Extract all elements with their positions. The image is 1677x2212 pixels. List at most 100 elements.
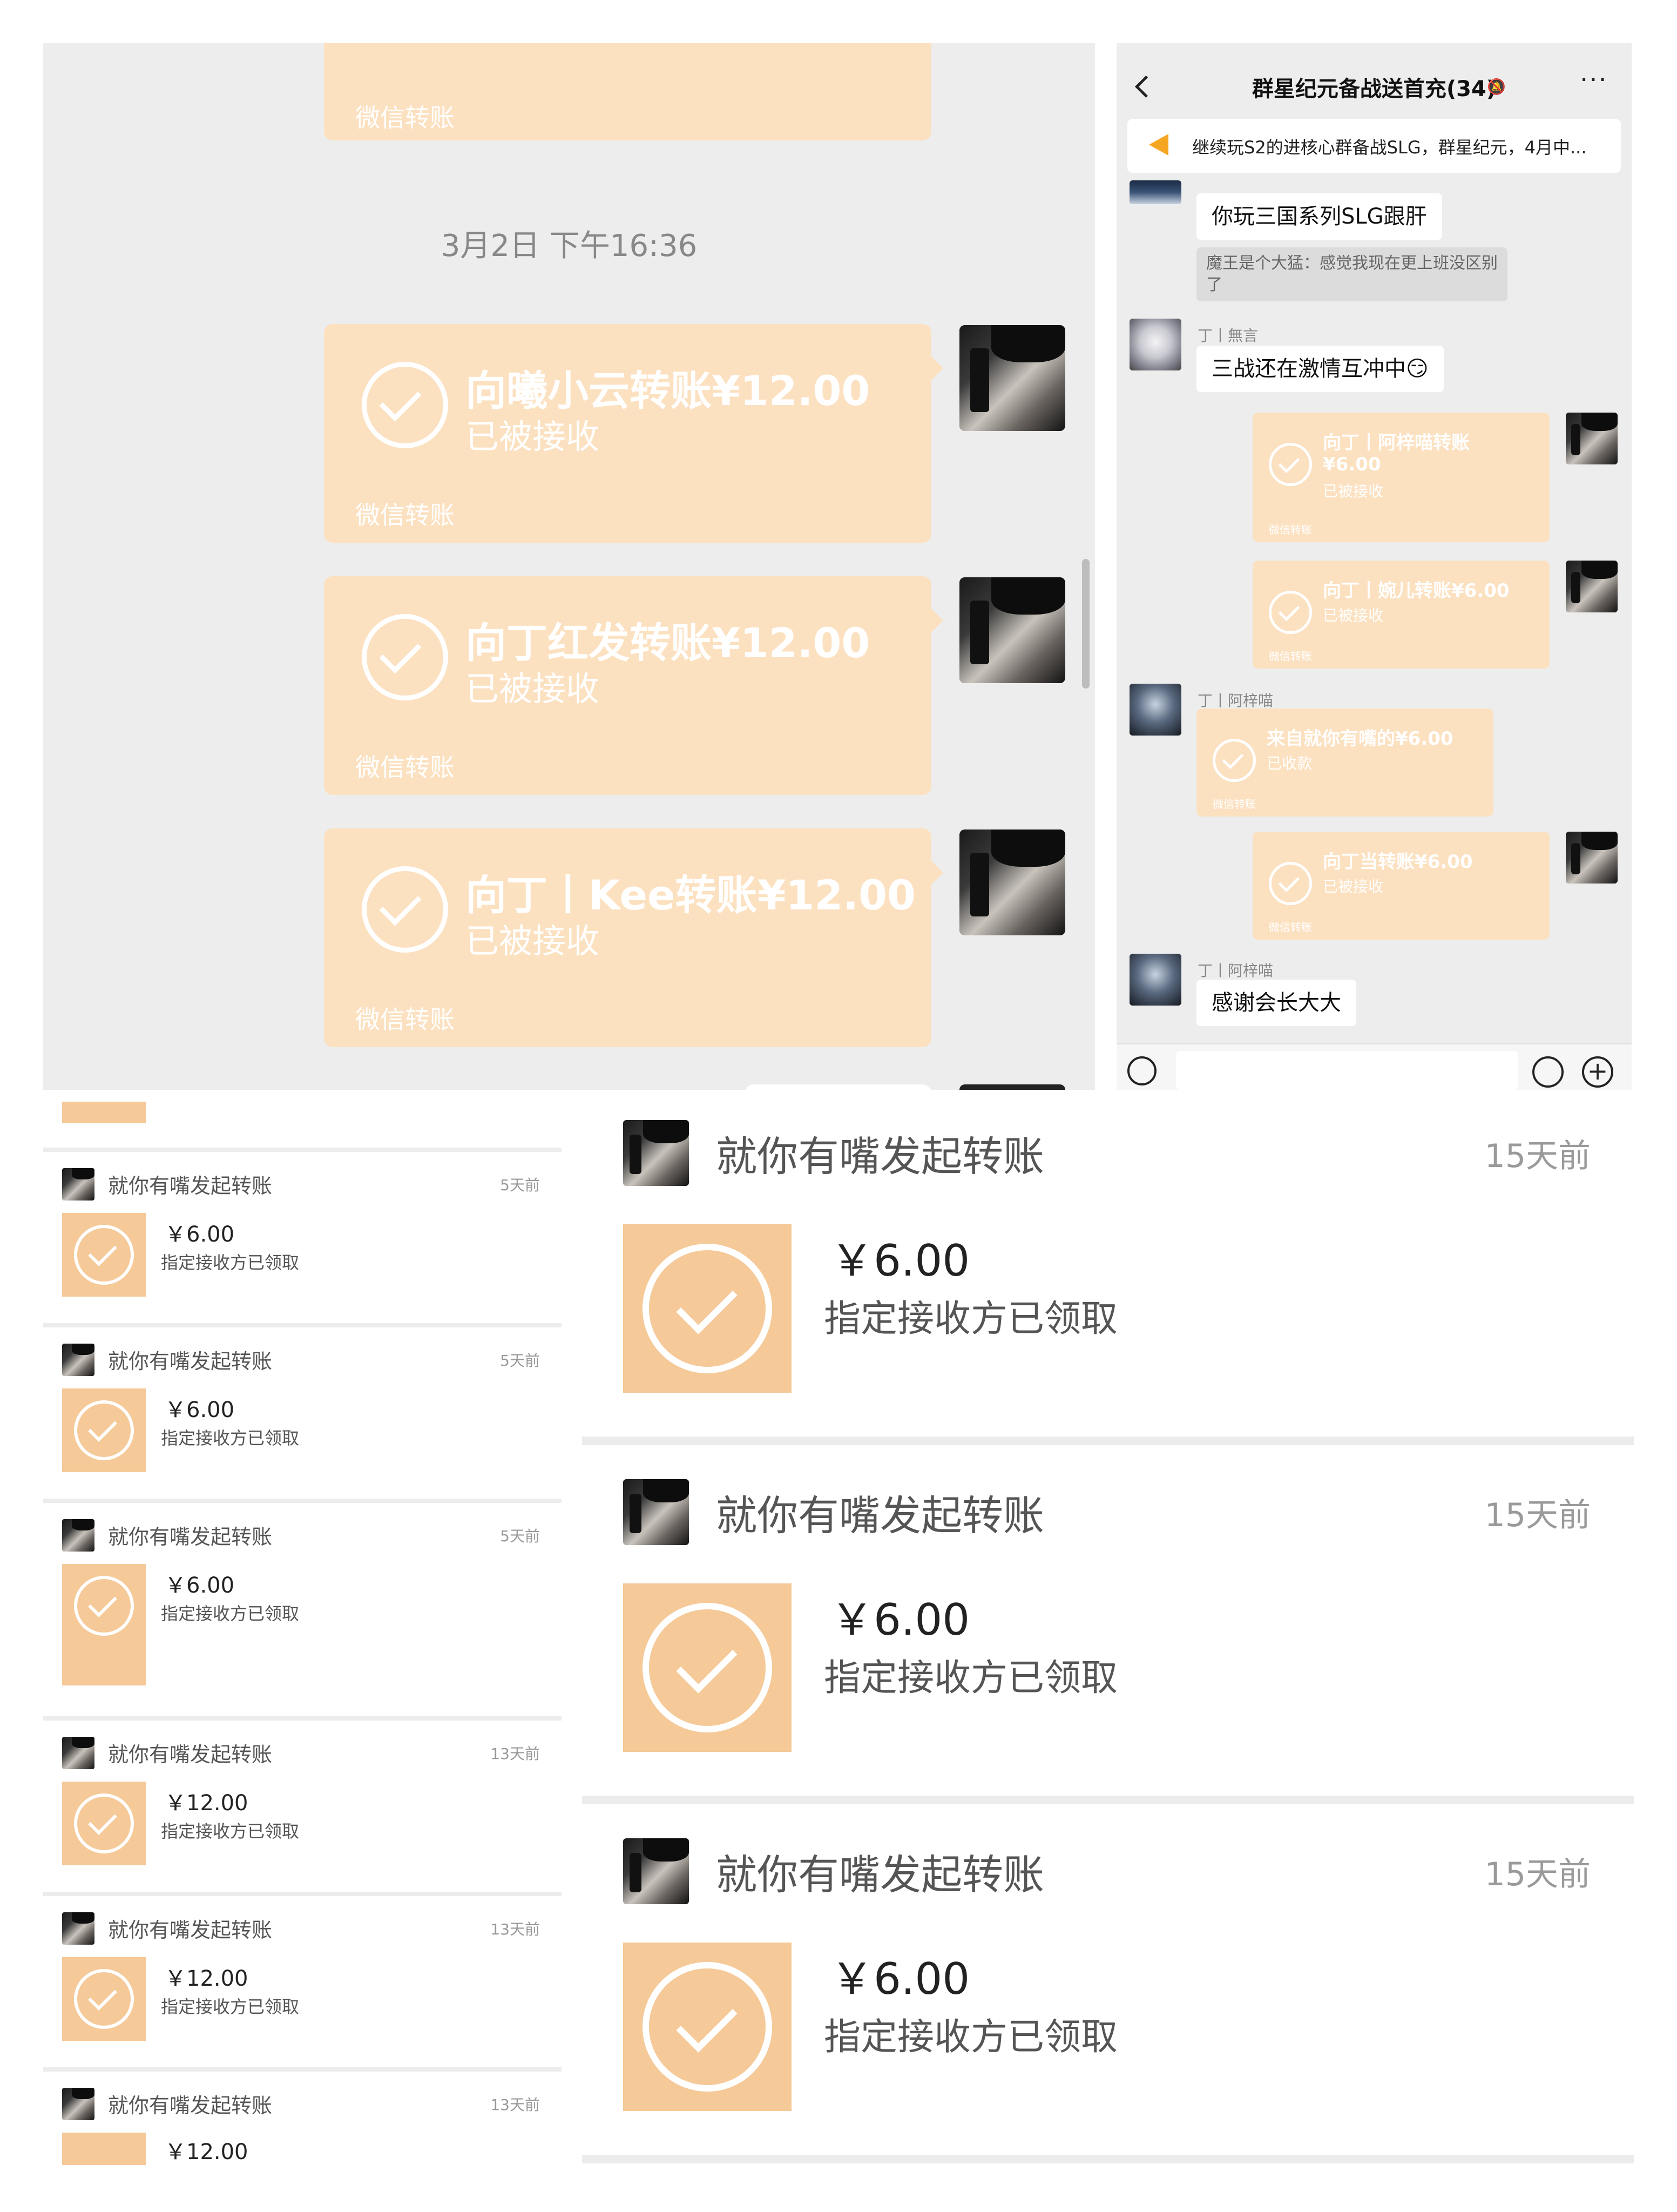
avatar [62, 1737, 94, 1769]
voice-icon[interactable] [1127, 1056, 1157, 1085]
transfer-box [62, 1564, 146, 1685]
item-status: 指定接收方已领取 [161, 1252, 300, 1273]
item-title: 就你有嘴发起转账 [108, 1743, 273, 1766]
sender-nickname: 丁丨無言 [1198, 327, 1259, 345]
avatar[interactable] [1130, 954, 1181, 1006]
avatar[interactable] [1566, 561, 1618, 612]
item-amount: ￥6.00 [830, 1236, 970, 1286]
avatar[interactable] [1566, 413, 1618, 464]
avatar [62, 1168, 94, 1201]
divider [43, 1148, 562, 1152]
transfer-label: 微信转账 [1269, 921, 1312, 934]
transfer-bubble[interactable]: 向丁丨婉儿转账¥6.00 已被接收 微信转账 [1253, 561, 1550, 669]
item-status: 指定接收方已领取 [824, 1298, 1118, 1340]
item-time: 5天前 [500, 1176, 540, 1194]
divider [43, 1716, 562, 1721]
transfer-label: 微信转账 [1269, 650, 1312, 663]
more-options-icon[interactable]: ··· [1580, 65, 1608, 95]
check-circle-icon [1269, 862, 1312, 905]
item-amount: ￥12.00 [165, 1966, 248, 1991]
item-status: 指定接收方已领取 [824, 1657, 1118, 1700]
item-time: 15天前 [1484, 1856, 1591, 1893]
avatar[interactable] [959, 830, 1065, 935]
transfer-box [623, 1943, 792, 2111]
chat-title: 群星纪元备战送首充(34) [1252, 77, 1497, 102]
item-status: 指定接收方已领取 [161, 1821, 300, 1842]
item-status: 指定接收方已领取 [824, 2016, 1118, 2059]
list-item[interactable]: 就你有嘴发起转账 5天前 ￥6.00 指定接收方已领取 [43, 1503, 562, 1685]
check-circle-icon [74, 1225, 134, 1285]
divider [43, 1323, 562, 1327]
list-item[interactable]: 就你有嘴发起转账 5天前 ￥6.00 指定接收方已领取 [43, 1327, 562, 1499]
list-item[interactable]: 就你有嘴发起转账 13天前 ￥12.00 指定接收方已领取 [43, 1896, 562, 2067]
check-circle-icon [362, 866, 448, 953]
avatar [623, 1838, 689, 1904]
list-item[interactable]: 就你有嘴发起转账 15天前 ￥6.00 指定接收方已领取 [582, 1820, 1634, 2152]
list-item[interactable]: 就你有嘴发起转账 13天前 ￥12.00 [43, 2072, 562, 2176]
chat-message: 感谢会长大大 [1196, 980, 1356, 1026]
list-item[interactable]: 就你有嘴发起转账 15天前 ￥6.00 指定接收方已领取 [582, 1461, 1634, 1793]
transfer-bubble[interactable]: 来自就你有嘴的¥6.00 已收款 微信转账 [1196, 709, 1493, 817]
bubble-tail [931, 356, 943, 380]
plus-icon[interactable]: + [1582, 1056, 1613, 1088]
transfer-bubble[interactable]: 向丁丨阿梓喵转账 ¥6.00 已被接收 微信转账 [1253, 413, 1550, 542]
transfer-title: 向丁丨Kee转账¥12.00 [465, 871, 916, 919]
transfer-status: 已被接收 [1323, 878, 1384, 895]
item-title: 就你有嘴发起转账 [716, 1132, 1044, 1181]
bubble-tail [931, 861, 943, 885]
divider [43, 1892, 562, 1896]
transfer-box [62, 1213, 146, 1297]
avatar [62, 1344, 94, 1376]
mute-bell-icon: 🔕 [1487, 78, 1506, 96]
sender-nickname: 丁丨阿梓喵 [1198, 962, 1274, 980]
check-circle-icon [643, 1962, 772, 2092]
list-item[interactable]: 就你有嘴发起转账 13天前 ￥12.00 指定接收方已领取 [43, 1721, 562, 1892]
transfer-title: 向丁丨婉儿转账¥6.00 [1323, 580, 1510, 602]
transfer-status: 已被接收 [465, 417, 600, 456]
transfer-status: 已被接收 [1323, 482, 1384, 500]
partial-transfer-box [62, 1102, 146, 1123]
item-title: 就你有嘴发起转账 [108, 2094, 273, 2117]
list-item[interactable]: 就你有嘴发起转账 15天前 ￥6.00 指定接收方已领取 [582, 1102, 1634, 1434]
avatar[interactable] [1130, 319, 1181, 370]
item-title: 就你有嘴发起转账 [716, 1851, 1044, 1899]
chat-header: 群星纪元备战送首充(34) 🔕 ··· [1117, 43, 1632, 131]
transfer-bubble[interactable]: 向丁当转账¥6.00 已被接收 微信转账 [1253, 832, 1550, 940]
divider [43, 2067, 562, 2072]
item-amount: ￥12.00 [165, 2140, 248, 2164]
list-item[interactable]: 就你有嘴发起转账 5天前 ￥6.00 指定接收方已领取 [43, 1152, 562, 1323]
partial-bubble [745, 1084, 931, 1090]
item-status: 指定接收方已领取 [161, 1428, 300, 1448]
emoji-icon[interactable] [1532, 1056, 1564, 1088]
item-amount: ￥12.00 [165, 1791, 248, 1816]
group-chat-panel: 群星纪元备战送首充(34) 🔕 ··· 继续玩S2的进核心群备战SLG，群星纪元… [1117, 43, 1632, 1090]
transfer-bubble[interactable]: 向丁丨Kee转账¥12.00 已被接收 微信转账 [324, 828, 943, 1047]
transfer-bubble[interactable]: 向丁红发转账¥12.00 已被接收 微信转账 [324, 576, 943, 795]
avatar[interactable] [1566, 832, 1618, 884]
partial-avatar [959, 1084, 1065, 1090]
item-time: 13天前 [490, 1920, 540, 1938]
transfer-box [623, 1224, 792, 1393]
avatar[interactable] [1130, 684, 1181, 736]
group-notice-bar[interactable]: 继续玩S2的进核心群备战SLG，群星纪元，4月中... [1127, 119, 1621, 173]
avatar[interactable] [959, 577, 1065, 683]
transfer-box [623, 1583, 792, 1752]
transfer-bubble[interactable]: 向曦小云转账¥12.00 已被接收 微信转账 [324, 324, 943, 543]
divider [43, 1499, 562, 1503]
quoted-message[interactable]: 魔王是个大猛：感觉我现在更上班没区别了 [1196, 247, 1507, 301]
previous-transfer-bubble[interactable]: 微信转账 [324, 43, 931, 140]
avatar [62, 1912, 94, 1945]
item-time: 15天前 [1484, 1137, 1591, 1175]
check-circle-icon [74, 1576, 134, 1636]
check-circle-icon [1269, 591, 1312, 634]
message-input[interactable] [1176, 1051, 1518, 1090]
transfer-status: 已被接收 [465, 921, 600, 961]
check-circle-icon [74, 1793, 134, 1853]
avatar[interactable] [1130, 180, 1181, 204]
transfer-label: 微信转账 [355, 1005, 455, 1034]
transfer-label: 微信转账 [355, 103, 455, 132]
avatar[interactable] [959, 325, 1065, 431]
item-title: 就你有嘴发起转账 [108, 1174, 273, 1198]
scrollbar-thumb[interactable] [1082, 559, 1090, 689]
item-amount: ￥6.00 [165, 1573, 235, 1598]
